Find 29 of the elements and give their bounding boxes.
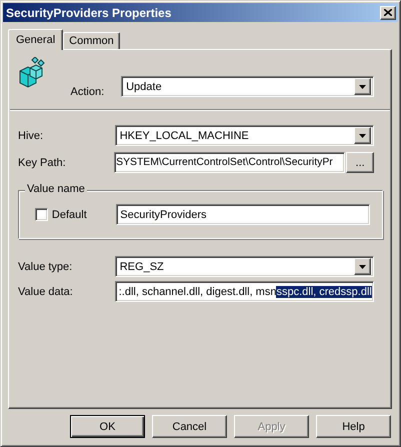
input-field[interactable]: SecurityProviders [116,204,370,225]
input-field[interactable]: :.dll, schannel.dll, digest.dll, msnsspc.dll, credssp.dll [114,281,374,302]
dropdown-button[interactable] [354,78,371,95]
field-label: Value data: [18,286,74,298]
window-title: SecurityProviders Properties [6,6,172,20]
dropdown-button[interactable] [354,258,371,275]
group-title: Value name [25,183,87,195]
tab[interactable]: General [8,29,64,50]
field-label: Action: [70,86,106,98]
tab[interactable]: Common [63,32,120,49]
close-icon [384,9,392,16]
caret-icon [359,264,366,268]
caret-icon [359,84,366,88]
close-button[interactable] [380,6,396,20]
dropdown-field[interactable]: Update [121,76,374,97]
field-label: Value type: [18,260,74,272]
caret-icon [359,134,366,138]
dropdown-field[interactable]: HKEY_LOCAL_MACHINE [114,125,374,146]
field-label: Key Path: [18,156,67,168]
dialog-button[interactable]: Help [316,415,391,438]
checkbox[interactable] [35,208,48,221]
input-field[interactable]: SYSTEM\CurrentControlSet\Control\SecurityPr [114,152,346,173]
checkbox-label: Default [52,208,88,220]
dialog-button[interactable]: Cancel [152,415,227,438]
browse-button[interactable]: ... [346,152,374,173]
dropdown-button[interactable] [354,127,371,144]
dialog-button[interactable]: OK [70,415,145,438]
field-label: Hive: [18,130,44,142]
dropdown-field[interactable]: REG_SZ [114,256,374,277]
